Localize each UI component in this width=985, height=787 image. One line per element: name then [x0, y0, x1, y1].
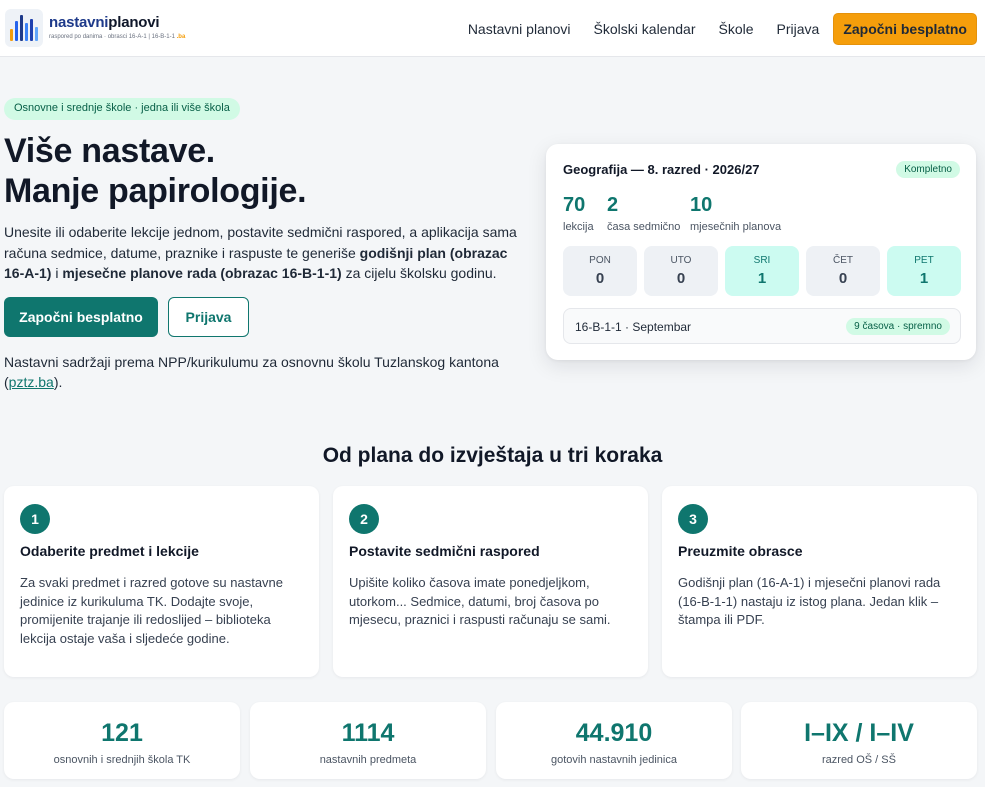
site-header: nastavniplanovi raspored po danima · obr… — [0, 0, 985, 57]
step-text: Za svaki predmet i razred gotove su nast… — [20, 575, 284, 646]
stat-lessons: 70 lekcija — [563, 194, 594, 233]
step-card-2: 2 Postavite sedmični raspored Upišite ko… — [333, 486, 648, 677]
step-text: Godišnji plan (16-A-1) i mjesečni planov… — [678, 575, 941, 627]
step-title: Preuzmite obrasce — [678, 543, 803, 559]
stat-monthly-plans: 10 mjesečnih planova — [690, 194, 782, 233]
bar-chart-icon — [5, 9, 43, 47]
nav-cta-button[interactable]: Započni besplatno — [833, 13, 977, 45]
day-fri: PET 1 — [887, 246, 961, 296]
step-text: Upišite koliko časova imate ponedjeljkom… — [349, 575, 611, 627]
main-nav: Nastavni planovi Školski kalendar Škole … — [468, 13, 977, 45]
step-number-badge: 3 — [678, 504, 708, 534]
stat-card-grades: I–IX / I–IV razred OŠ / SŠ — [741, 702, 977, 779]
nav-link-schools[interactable]: Škole — [718, 21, 753, 37]
monthly-plan-label: 16-B-1-1 · Septembar — [575, 320, 692, 334]
logo[interactable]: nastavniplanovi raspored po danima · obr… — [5, 9, 185, 47]
step-title: Odaberite predmet i lekcije — [20, 543, 199, 559]
hero-description: Unesite ili odaberite lekcije jednom, po… — [4, 224, 517, 281]
stat-card-schools: 121 osnovnih i srednjih škola TK — [4, 702, 240, 779]
day-wed: SRI 1 — [725, 246, 799, 296]
stat-card-units: 44.910 gotovih nastavnih jedinica — [496, 702, 732, 779]
day-mon: PON 0 — [563, 246, 637, 296]
step-card-3: 3 Preuzmite obrasce Godišnji plan (16-A-… — [662, 486, 977, 677]
plan-preview-card: Geografija — 8. razred · 2026/27 Komplet… — [546, 144, 976, 360]
monthly-plan-badge: 9 časova · spremno — [846, 318, 950, 335]
day-thu: ČET 0 — [806, 246, 880, 296]
audience-pill: Osnovne i srednje škole · jedna ili više… — [4, 98, 240, 120]
step-number-badge: 2 — [349, 504, 379, 534]
day-tue: UTO 0 — [644, 246, 718, 296]
brand-tagline: raspored po danima · obrasci 16-A-1 | 16… — [49, 34, 186, 40]
steps-section-title: Od plana do izvještaja u tri koraka — [322, 444, 663, 467]
nav-link-plans[interactable]: Nastavni planovi — [468, 21, 571, 37]
pztz-link[interactable]: pztz.ba — [9, 374, 54, 390]
brand-name: nastavniplanovi — [49, 14, 160, 31]
monthly-plan-row: 16-B-1-1 · Septembar 9 časova · spremno — [563, 308, 961, 344]
step-number-badge: 1 — [20, 504, 50, 534]
logo-text: nastavniplanovi raspored po danima · obr… — [49, 14, 185, 40]
start-free-button[interactable]: Započni besplatno — [4, 297, 158, 337]
step-title: Postavite sedmični raspored — [349, 543, 540, 559]
stat-weekly-hours: 2 časa sedmično — [607, 194, 681, 233]
step-card-1: 1 Odaberite predmet i lekcije Za svaki p… — [4, 486, 319, 677]
preview-title: Geografija — 8. razred · 2026/27 — [563, 162, 760, 177]
nav-link-calendar[interactable]: Školski kalendar — [594, 21, 696, 37]
stat-card-subjects: 1114 nastavnih predmeta — [250, 702, 486, 779]
nav-link-login[interactable]: Prijava — [777, 21, 820, 37]
curriculum-note: Nastavni sadržaji prema NPP/kurikulumu z… — [4, 354, 499, 390]
hero-title: Više nastave. Manje papirologije. — [4, 132, 307, 210]
login-button[interactable]: Prijava — [168, 297, 249, 337]
status-badge: Kompletno — [896, 161, 960, 178]
